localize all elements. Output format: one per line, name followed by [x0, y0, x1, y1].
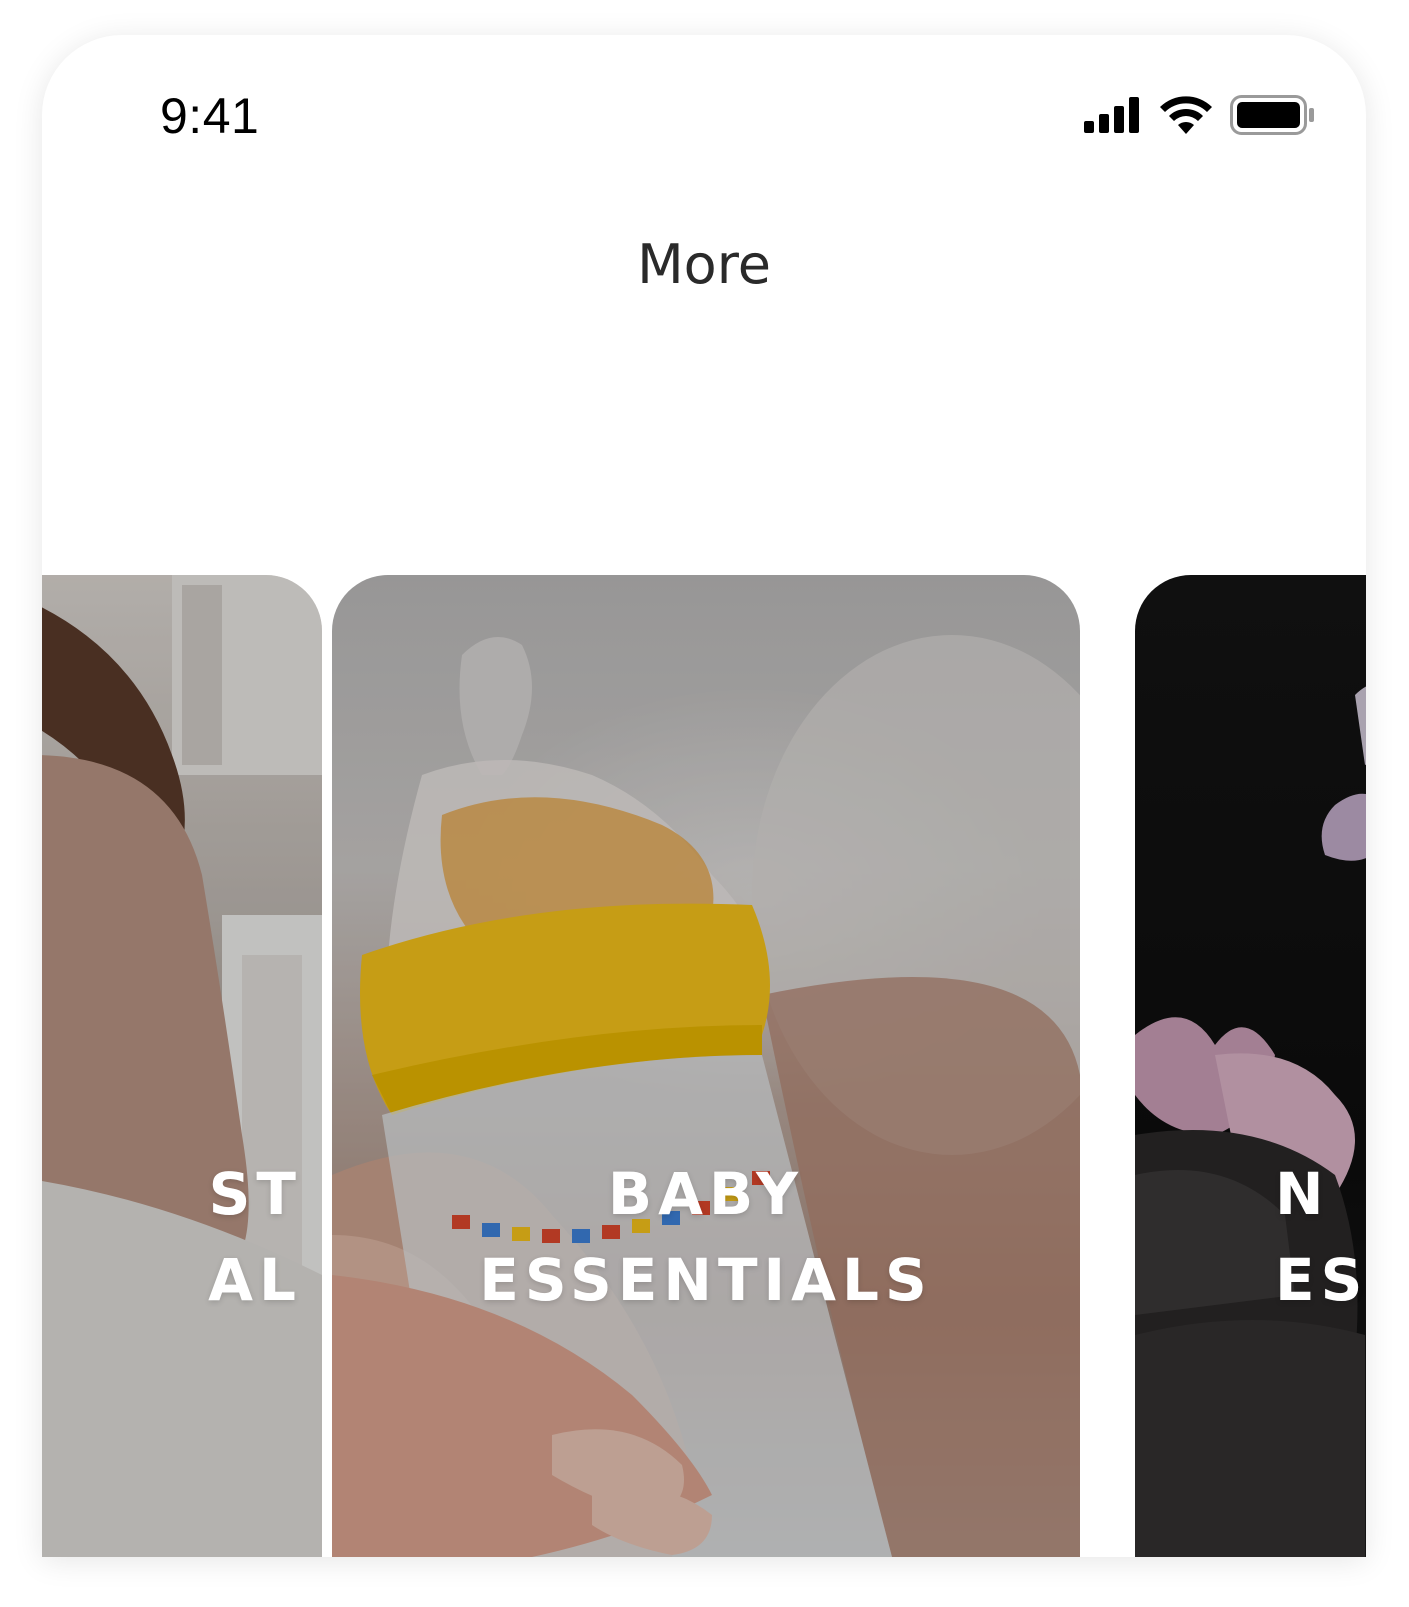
- phone-frame: 9:41 More ST AL BABY ESSENTIALS N ES: [42, 35, 1366, 1557]
- category-card-label: ST AL: [42, 1151, 302, 1323]
- status-icons: [1084, 95, 1314, 135]
- category-card-label-line1: BABY: [607, 1160, 805, 1228]
- battery-icon: [1230, 95, 1314, 135]
- category-card-label-line2: ESSENTIALS: [479, 1246, 933, 1314]
- page-title: More: [637, 233, 771, 296]
- category-card-label-line2: ES: [1275, 1246, 1366, 1314]
- category-card-right[interactable]: N ES: [1135, 575, 1366, 1557]
- category-card-label-line1: N: [1275, 1160, 1330, 1228]
- category-card-label: N ES: [1275, 1151, 1366, 1323]
- category-carousel[interactable]: ST AL BABY ESSENTIALS N ES: [42, 575, 1366, 1557]
- category-card-label-line2: AL: [208, 1246, 302, 1314]
- category-card-left[interactable]: ST AL: [42, 575, 322, 1557]
- category-card-label: BABY ESSENTIALS: [332, 1151, 1080, 1323]
- cellular-signal-icon: [1084, 97, 1142, 133]
- category-card-label-line1: ST: [208, 1160, 302, 1228]
- wifi-icon: [1160, 96, 1212, 134]
- status-time: 9:41: [160, 88, 260, 144]
- card-overlay: [1135, 575, 1366, 1557]
- card-overlay: [332, 575, 1080, 1557]
- card-overlay: [42, 575, 322, 1557]
- category-card-baby-essentials[interactable]: BABY ESSENTIALS: [332, 575, 1080, 1557]
